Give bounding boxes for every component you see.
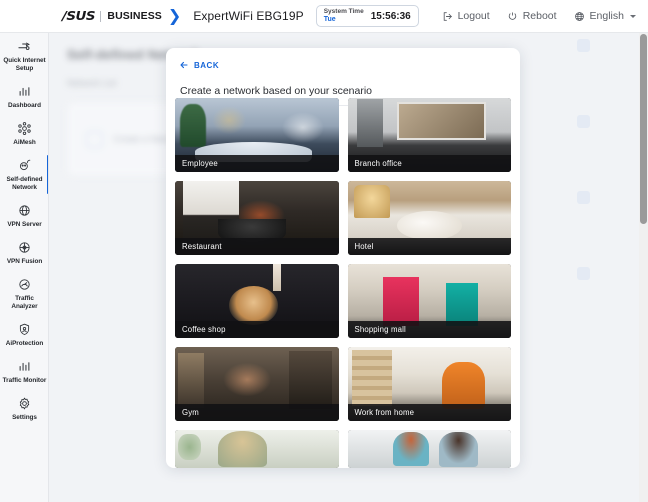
sidebar-item-traffic-monitor[interactable]: Traffic Monitor [0,353,48,390]
self-defined-network-icon [17,157,32,174]
reboot-button[interactable]: Reboot [507,10,557,22]
scenario-label: Shopping mall [354,325,406,334]
scenario-caption: Gym [175,404,339,421]
sidebar-item-label: AiMesh [13,139,36,146]
scenario-selection-dialog: BACK Create a network based on your scen… [166,48,520,468]
back-label: BACK [194,60,220,70]
language-selector[interactable]: English [574,10,636,22]
vpn-fusion-icon [17,239,32,256]
system-time-label: System Time [323,8,364,16]
decoration-dot [577,39,590,52]
sidebar-item-settings[interactable]: Settings [0,390,48,427]
scenario-card-hotel[interactable]: Hotel [347,181,511,255]
chevron-down-icon [630,14,636,18]
arrow-left-icon [179,60,189,70]
system-time-clock: 15:56:36 [370,10,411,22]
system-time-badge: System Time Tue 15:56:36 [315,5,419,27]
reboot-icon [507,11,518,22]
scenario-image [347,430,511,468]
asus-logo: /SUS [62,9,96,23]
sidebar-item-label: Dashboard [8,102,41,109]
globe-icon [574,11,585,22]
device-model-name: ExpertWiFi EBG19P [193,9,304,23]
system-time-day: Tue [323,15,336,23]
scenario-label: Coffee shop [182,325,226,334]
scenario-label: Employee [182,159,218,168]
brand-block: /SUS BUSINESS ❯ ExpertWiFi EBG19P System… [62,5,419,27]
traffic-monitor-icon [17,358,32,375]
scenario-card-scroll-area[interactable]: Employee Branch office Restaurant Hotel [166,93,520,468]
scenario-card-partial-left[interactable] [175,430,339,468]
brand-divider [100,10,102,22]
sidebar-item-label: Self-defined Network [6,176,43,191]
scenario-caption: Branch office [347,155,511,172]
sidebar-item-label: VPN Fusion [6,258,43,265]
sidebar-item-vpn-fusion[interactable]: VPN Fusion [0,234,48,271]
scenario-caption: Employee [175,155,339,172]
traffic-analyzer-icon [17,276,32,293]
scenario-card-partial-right[interactable] [347,430,511,468]
scenario-label: Branch office [354,159,402,168]
vpn-server-icon [17,202,32,219]
sidebar-item-label: Quick Internet Setup [3,57,46,72]
page-scrollbar-thumb[interactable] [640,34,647,224]
decoration-dot [577,115,590,128]
background-decorations [577,39,590,343]
scenario-caption: Hotel [347,238,511,255]
scenario-card-work-from-home[interactable]: Work from home [347,347,511,421]
scenario-image [175,430,339,468]
plus-icon [86,130,103,148]
logout-button[interactable]: Logout [442,10,490,22]
aimesh-icon [17,120,32,137]
aiprotection-icon [17,321,32,338]
reboot-label: Reboot [522,10,557,22]
scenario-card-gym[interactable]: Gym [175,347,339,421]
sidebar-item-label: Traffic Analyzer [11,295,38,310]
business-label: BUSINESS [107,10,162,22]
top-bar: /SUS BUSINESS ❯ ExpertWiFi EBG19P System… [0,0,648,33]
sidebar-item-quick-internet-setup[interactable]: Quick Internet Setup [0,33,48,78]
top-bar-actions: Logout Reboot English [442,10,636,22]
chevron-right-icon: ❯ [167,6,182,25]
scenario-card-shopping-mall[interactable]: Shopping mall [347,264,511,338]
scenario-card-employee[interactable]: Employee [175,98,339,172]
sidebar-item-self-defined-network[interactable]: Self-defined Network [0,152,48,197]
sidebar-item-dashboard[interactable]: Dashboard [0,78,48,115]
sidebar-item-aimesh[interactable]: AiMesh [0,115,48,152]
settings-icon [17,395,32,412]
scenario-caption: Restaurant [175,238,339,255]
sidebar-item-label: AiProtection [5,340,44,347]
scenario-caption: Coffee shop [175,321,339,338]
scenario-caption: Shopping mall [347,321,511,338]
logout-icon [442,11,453,22]
logout-label: Logout [457,10,490,22]
scenario-label: Work from home [354,408,415,417]
sidebar-item-label: VPN Server [7,221,42,228]
quick-setup-icon [17,38,32,55]
dashboard-icon [17,83,32,100]
scenario-card-grid: Employee Branch office Restaurant Hotel [175,98,511,468]
scenario-label: Restaurant [182,242,222,251]
language-label: English [589,10,624,22]
sidebar-item-label: Traffic Monitor [2,377,47,384]
sidebar-item-label: Settings [12,414,37,421]
decoration-dot [577,191,590,204]
sidebar-item-traffic-analyzer[interactable]: Traffic Analyzer [0,271,48,316]
scenario-card-branch-office[interactable]: Branch office [347,98,511,172]
scenario-label: Hotel [354,242,374,251]
back-button[interactable]: BACK [179,60,219,70]
sidebar-item-vpn-server[interactable]: VPN Server [0,197,48,234]
decoration-dot [577,267,590,280]
scenario-card-coffee-shop[interactable]: Coffee shop [175,264,339,338]
scenario-label: Gym [182,408,199,417]
scenario-card-restaurant[interactable]: Restaurant [175,181,339,255]
page-scrollbar[interactable] [639,33,648,502]
scenario-caption: Work from home [347,404,511,421]
sidebar-item-aiprotection[interactable]: AiProtection [0,316,48,353]
sidebar: Quick Internet Setup Dashboard AiMesh Se… [0,33,49,502]
